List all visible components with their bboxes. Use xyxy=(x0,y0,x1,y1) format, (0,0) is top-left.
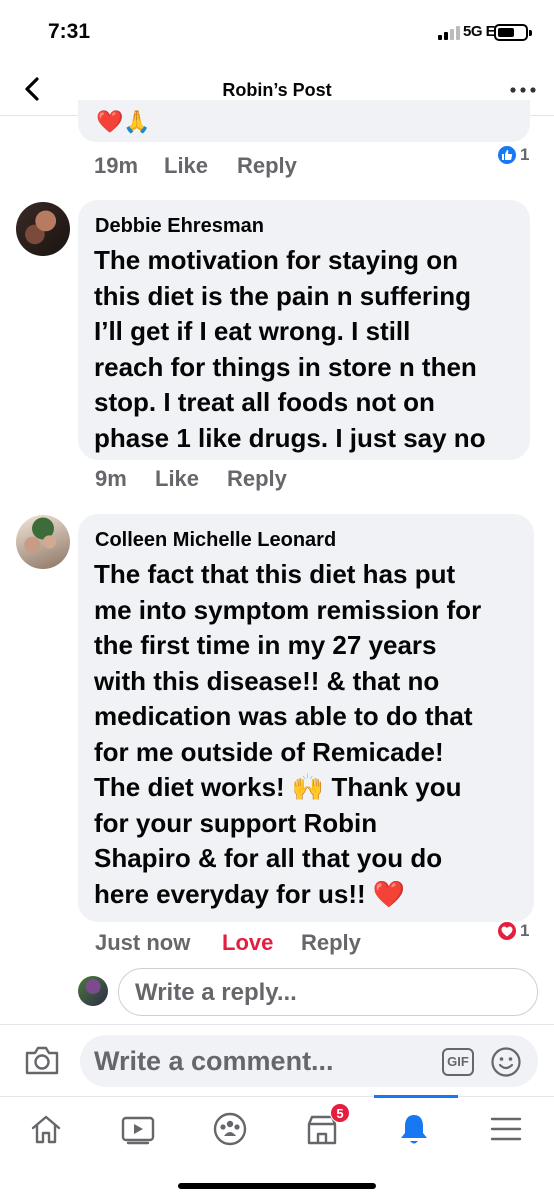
avatar[interactable] xyxy=(16,515,70,569)
comment-text-line: me into symptom remission for xyxy=(94,594,482,625)
network-type: 5G E xyxy=(463,23,496,40)
tab-watch[interactable] xyxy=(92,1097,184,1161)
more-dots-icon xyxy=(510,87,536,93)
comment-actions: 9m Like Reply xyxy=(95,466,515,494)
reaction-count: 1 xyxy=(520,921,530,940)
love-heart-icon xyxy=(496,920,518,942)
camera-icon xyxy=(25,1046,59,1075)
text-segment: here everyday for us!! xyxy=(94,878,373,909)
signal-strength-icon xyxy=(438,26,460,40)
text-segment: The diet works! xyxy=(94,772,292,802)
camera-button[interactable] xyxy=(24,1043,60,1077)
like-button[interactable]: Like xyxy=(164,153,208,179)
comment-text-line: the first time in my 27 years xyxy=(94,630,437,660)
comment-text-line: stop. I treat all foods not on xyxy=(94,387,435,417)
reaction-badge[interactable]: 1 xyxy=(496,144,529,166)
comment-text-line: medication was able to do that xyxy=(94,701,473,731)
reply-button[interactable]: Reply xyxy=(301,930,361,956)
text-segment: for your support xyxy=(94,807,304,838)
comment-text: The fact that this diet has put me into … xyxy=(94,557,481,912)
tab-groups[interactable] xyxy=(184,1097,276,1161)
home-icon xyxy=(31,1115,61,1144)
like-button[interactable]: Like xyxy=(155,466,199,492)
text-segment: Thank you xyxy=(324,772,462,802)
tab-home[interactable] xyxy=(0,1097,92,1161)
comment-text-line: Shapiro & for all that you do xyxy=(94,841,481,877)
comment-time: 9m xyxy=(95,466,127,491)
raised-hands-emoji: 🙌 xyxy=(291,772,325,802)
comment-text-line: this diet is the pain n suffering xyxy=(94,280,472,311)
status-time: 7:31 xyxy=(48,20,91,43)
emoji-button[interactable] xyxy=(490,1046,522,1078)
tab-notifications[interactable] xyxy=(368,1097,460,1161)
comment-actions: Just now Love Reply xyxy=(95,930,495,958)
reply-input-placeholder: Write a reply... xyxy=(135,979,297,1006)
mention-link[interactable]: Robin xyxy=(303,808,377,838)
comment-text-line: for your support Robin xyxy=(94,806,481,842)
comment-text-line: reach for things in store n then xyxy=(94,351,477,382)
comment-text-line: for me outside of Remicade! xyxy=(94,736,444,767)
comment-input-placeholder: Write a comment... xyxy=(94,1046,334,1076)
reply-button[interactable]: Reply xyxy=(237,153,297,179)
mention-link[interactable]: Shapiro xyxy=(94,843,191,873)
battery-icon xyxy=(494,24,532,41)
more-options-button[interactable] xyxy=(510,77,536,97)
status-bar: 7:31 5G E xyxy=(0,0,554,62)
gif-button[interactable]: GIF xyxy=(442,1048,474,1076)
comment-text-line: The diet works! 🙌 Thank you xyxy=(94,770,481,806)
comment-author[interactable]: Debbie Ehresman xyxy=(95,215,264,238)
like-thumb-icon xyxy=(496,144,518,166)
reaction-badge[interactable]: 1 xyxy=(496,920,529,942)
comment-input[interactable]: Write a comment... GIF xyxy=(80,1035,538,1087)
love-button[interactable]: Love xyxy=(222,930,273,956)
comment-text: The motivation for staying on this diet … xyxy=(94,243,486,456)
reply-button[interactable]: Reply xyxy=(227,466,287,492)
comment-author[interactable]: Colleen Michelle Leonard xyxy=(95,529,336,552)
comment-text-line: The motivation for staying on xyxy=(94,245,459,275)
avatar[interactable] xyxy=(16,202,70,256)
reply-input[interactable]: Write a reply... xyxy=(118,968,538,1016)
tab-marketplace[interactable] xyxy=(276,1097,368,1161)
page-title: Robin’s Post xyxy=(222,80,332,100)
previous-comment-emoji: ❤️🙏 xyxy=(96,109,151,134)
red-heart-emoji: ❤️ xyxy=(372,878,406,909)
comment-composer: Write a comment... GIF xyxy=(0,1024,554,1096)
menu-icon xyxy=(490,1117,522,1141)
comment-text-line: with this disease!! & that no xyxy=(94,665,440,696)
notifications-icon xyxy=(401,1115,427,1144)
comment-time: Just now xyxy=(95,930,191,955)
reaction-count: 1 xyxy=(520,145,530,164)
smiley-icon xyxy=(491,1047,521,1077)
home-indicator xyxy=(178,1183,376,1189)
comment-time: 19m xyxy=(94,153,139,178)
comment-text-line: phase 1 like drugs. I just say no xyxy=(94,422,486,453)
comment-text-line: The fact that this diet has put xyxy=(94,559,456,589)
text-segment: & for all that you do xyxy=(190,843,443,873)
previous-comment-actions: 19m Like Reply xyxy=(94,153,514,181)
comment-text-line: here everyday for us!! ❤️ xyxy=(94,877,481,913)
bottom-tab-bar: 5 xyxy=(0,1095,554,1200)
my-avatar xyxy=(78,976,108,1006)
tab-menu[interactable] xyxy=(460,1097,552,1161)
comment-text-line: I’ll get if I eat wrong. I still xyxy=(94,316,411,346)
notification-badge: 5 xyxy=(330,1103,350,1123)
groups-icon xyxy=(213,1112,247,1146)
watch-icon xyxy=(121,1116,155,1145)
